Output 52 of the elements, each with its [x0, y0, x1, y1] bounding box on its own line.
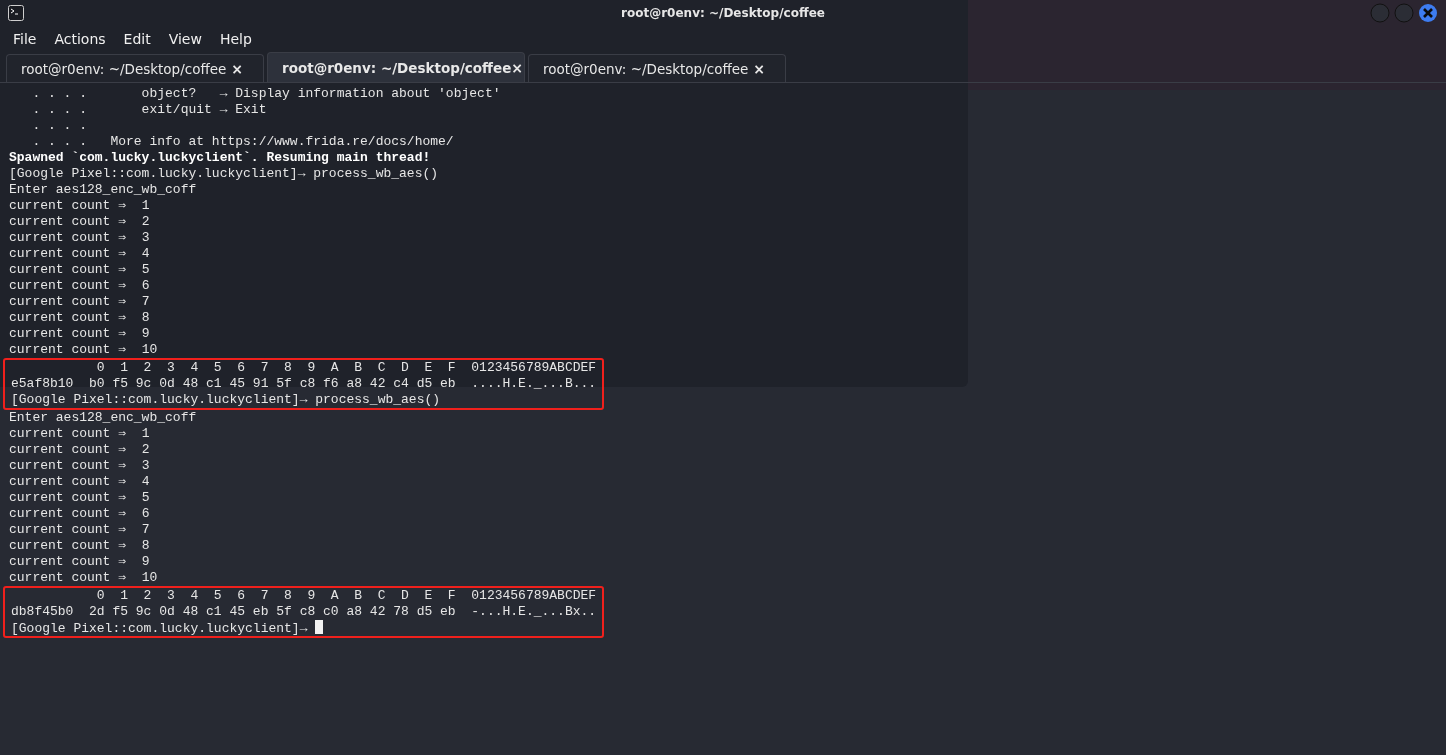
- terminal-line: . . . . More info at https://www.frida.re/docs/home/: [31, 134, 454, 150]
- terminal-line: current count ⇒ 5: [9, 490, 150, 506]
- terminal-line: current count ⇒ 1: [9, 198, 150, 214]
- tab-label: root@r0env: ~/Desktop/coffee: [282, 59, 512, 76]
- menu-item[interactable]: File: [4, 29, 46, 49]
- terminal-line: [Google Pixel::com.lucky.luckyclient]→ process_wb_aes(): [9, 166, 439, 182]
- terminal-tab[interactable]: root@r0env: ~/Desktop/coffee×: [267, 52, 525, 82]
- terminal-line: current count ⇒ 10: [9, 570, 158, 586]
- window-title: root@r0env: ~/Desktop/coffee: [621, 6, 825, 20]
- terminal-line: current count ⇒ 1: [9, 426, 150, 442]
- tab-label: root@r0env: ~/Desktop/coffee: [543, 60, 749, 77]
- terminal-line: current count ⇒ 8: [9, 310, 150, 326]
- terminal-line: [Google Pixel::com.lucky.luckyclient]→: [11, 620, 324, 636]
- tab-close-button[interactable]: ×: [753, 60, 765, 77]
- close-button[interactable]: [1418, 3, 1438, 23]
- terminal-line: [Google Pixel::com.lucky.luckyclient]→ process_wb_aes(): [11, 392, 441, 408]
- terminal-line: current count ⇒ 3: [9, 458, 150, 474]
- terminal-line: current count ⇒ 2: [9, 214, 150, 230]
- terminal-line: 0 1 2 3 4 5 6 7 8 9 A B C D E F 0123456789ABCDEF: [95, 588, 597, 604]
- terminal-line: current count ⇒ 5: [9, 262, 150, 278]
- terminal-line: current count ⇒ 10: [9, 342, 158, 358]
- menu-item[interactable]: Help: [210, 29, 261, 49]
- terminal-line: current count ⇒ 4: [9, 246, 150, 262]
- tab-close-button[interactable]: ×: [511, 59, 524, 76]
- terminal-line: current count ⇒ 6: [9, 506, 150, 522]
- terminal-line: current count ⇒ 9: [9, 326, 150, 342]
- terminal-line: Spawned `com.lucky.luckyclient`. Resuming main thread!: [9, 150, 431, 166]
- terminal-line: e5af8b10 b0 f5 9c 0d 48 c1 45 91 5f c8 f6 a8 42 c4 d5 eb ....H.E._...B...: [11, 376, 597, 392]
- terminal-line: Enter aes128_enc_wb_coff: [9, 182, 197, 198]
- terminal-line: . . . .: [31, 118, 87, 134]
- terminal-line: current count ⇒ 2: [9, 442, 150, 458]
- terminal-line: . . . . exit/quit → Exit: [31, 102, 267, 118]
- terminal-line: current count ⇒ 8: [9, 538, 150, 554]
- terminal-line: 0 1 2 3 4 5 6 7 8 9 A B C D E F 0123456789ABCDEF: [95, 360, 597, 376]
- menu-item[interactable]: Actions: [45, 29, 115, 49]
- terminal-tab[interactable]: root@r0env: ~/Desktop/coffee ×: [528, 54, 786, 82]
- terminal-tab[interactable]: root@r0env: ~/Desktop/coffee ×: [6, 54, 264, 82]
- terminal-line: current count ⇒ 9: [9, 554, 150, 570]
- terminal-line: . . . . object? → Display information about 'object': [31, 86, 501, 102]
- terminal-line: current count ⇒ 7: [9, 294, 150, 310]
- menu-item[interactable]: Edit: [114, 29, 160, 49]
- menu-item[interactable]: View: [159, 29, 211, 49]
- tab-close-button[interactable]: ×: [231, 60, 243, 77]
- terminal-line: Enter aes128_enc_wb_coff: [9, 410, 197, 426]
- terminal-line: current count ⇒ 4: [9, 474, 150, 490]
- terminal-line: db8f45b0 2d f5 9c 0d 48 c1 45 eb 5f c8 c0 a8 42 78 d5 eb -...H.E._...Bx..: [11, 604, 597, 620]
- terminal-line: current count ⇒ 7: [9, 522, 150, 538]
- terminal-line: current count ⇒ 6: [9, 278, 150, 294]
- terminal-line: current count ⇒ 3: [9, 230, 150, 246]
- minimize-button[interactable]: [1370, 3, 1390, 23]
- tab-label: root@r0env: ~/Desktop/coffee: [21, 60, 227, 77]
- terminal-icon: [8, 5, 24, 21]
